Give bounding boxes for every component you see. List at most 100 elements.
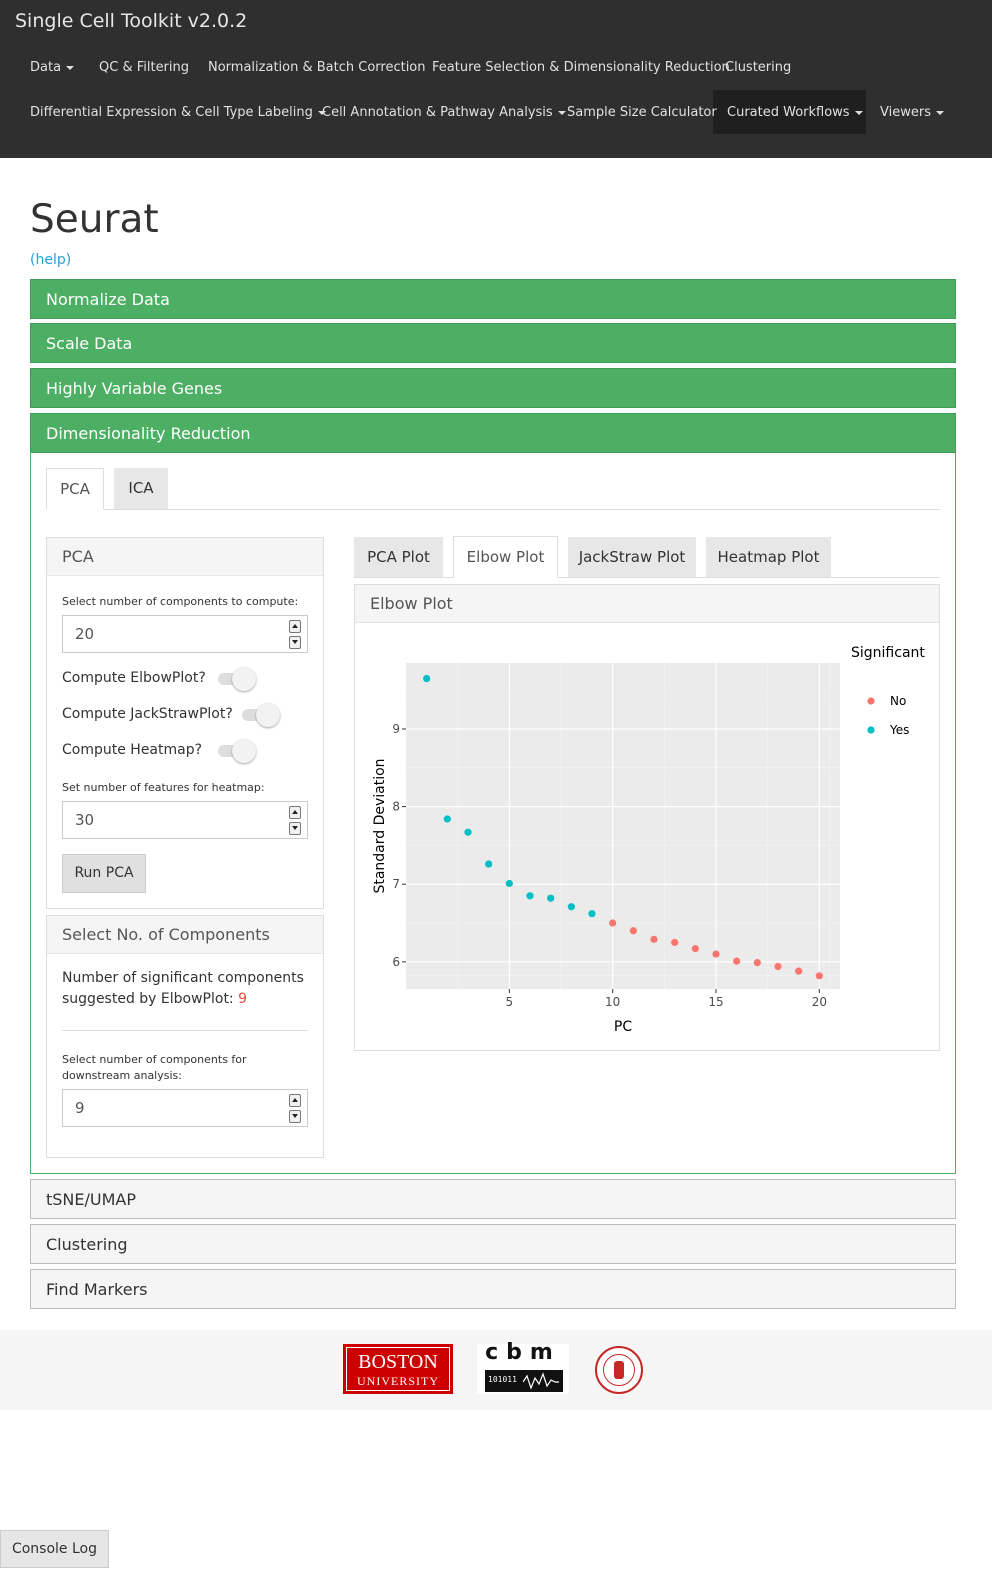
- bu-logo-line2: UNIVERSITY: [357, 1374, 439, 1388]
- accordion-tsne-umap[interactable]: tSNE/UMAP: [30, 1179, 956, 1219]
- spinner[interactable]: [289, 620, 301, 649]
- nav-feature-selection[interactable]: Feature Selection & Dimensionality Reduc…: [432, 60, 730, 75]
- spin-down-icon[interactable]: [289, 1110, 301, 1123]
- y-tick-label: 6: [392, 955, 400, 969]
- university-seal-logo: [595, 1346, 643, 1394]
- nav-cell-annotation-menu[interactable]: Cell Annotation & Pathway Analysis: [322, 105, 566, 120]
- elbow-toggle-label: Compute ElbowPlot?: [62, 670, 206, 686]
- accordion-dimensionality-reduction[interactable]: Dimensionality Reduction: [30, 413, 956, 453]
- heatmap-toggle-switch[interactable]: [218, 739, 258, 763]
- legend: Significant No Yes: [851, 645, 925, 737]
- nav-differential-expression-menu[interactable]: Differential Expression & Cell Type Labe…: [30, 105, 326, 120]
- tab-pca[interactable]: PCA: [46, 468, 104, 510]
- elbow-toggle-switch[interactable]: [218, 667, 258, 691]
- y-axis-label: Standard Deviation: [372, 758, 388, 893]
- data-point-yes: [547, 894, 555, 902]
- accordion-clustering[interactable]: Clustering: [30, 1224, 956, 1264]
- legend-key-yes: [867, 726, 875, 734]
- downstream-components-input[interactable]: 9: [62, 1089, 308, 1127]
- spin-down-icon[interactable]: [289, 822, 301, 835]
- nav-sample-size-calculator[interactable]: Sample Size Calculator: [567, 105, 717, 120]
- jackstraw-toggle-label: Compute JackStrawPlot?: [62, 706, 233, 722]
- y-tick-label: 7: [392, 877, 400, 891]
- tab-divider: [46, 509, 940, 510]
- data-point-yes: [423, 674, 431, 683]
- legend-label-yes: Yes: [889, 723, 909, 737]
- spin-up-icon[interactable]: [289, 1094, 301, 1107]
- spin-down-icon[interactable]: [289, 636, 301, 649]
- console-log-button[interactable]: Console Log: [0, 1530, 109, 1568]
- accordion-scale-data[interactable]: Scale Data: [30, 323, 956, 363]
- data-point-yes: [485, 860, 493, 868]
- nav-curated-workflows-menu[interactable]: Curated Workflows: [727, 105, 863, 120]
- data-point-no: [733, 957, 741, 965]
- heatmap-toggle-label: Compute Heatmap?: [62, 742, 203, 758]
- accordion-label: Scale Data: [46, 334, 133, 353]
- footer: BOSTON UNIVERSITY cbm 101011: [0, 1330, 992, 1410]
- spinner[interactable]: [289, 806, 301, 835]
- panel-title: Select No. of Components: [62, 925, 270, 944]
- data-point-no: [712, 950, 720, 958]
- plot-tab-divider: [354, 577, 940, 578]
- caret-down-icon: [935, 110, 944, 115]
- x-tick-label: 5: [506, 995, 514, 1009]
- caret-down-icon: [557, 110, 566, 115]
- legend-title: Significant: [851, 645, 925, 661]
- data-point-yes: [464, 828, 472, 836]
- tab-elbow-plot[interactable]: Elbow Plot: [453, 536, 558, 578]
- waveform-icon: [523, 1372, 559, 1390]
- significant-components-text: Number of significant components suggest…: [62, 968, 312, 1010]
- spin-up-icon[interactable]: [289, 806, 301, 819]
- accordion-highly-variable-genes[interactable]: Highly Variable Genes: [30, 368, 956, 408]
- panel-heading: PCA: [47, 538, 323, 576]
- significant-components-label: Number of significant components suggest…: [62, 970, 304, 1007]
- run-pca-button[interactable]: Run PCA: [62, 854, 146, 893]
- data-point-no: [629, 927, 637, 935]
- x-tick-label: 20: [812, 995, 827, 1009]
- accordion-label: Clustering: [46, 1235, 128, 1254]
- help-link[interactable]: (help): [30, 252, 71, 268]
- x-tick-label: 15: [708, 995, 723, 1009]
- app-brand[interactable]: Single Cell Toolkit v2.0.2: [15, 10, 247, 32]
- ncomp-label: Select number of components to compute:: [62, 595, 299, 608]
- tab-heatmap-plot[interactable]: Heatmap Plot: [706, 537, 831, 577]
- nav-data-menu[interactable]: Data: [30, 60, 75, 75]
- nav-clustering[interactable]: Clustering: [725, 60, 791, 75]
- spin-up-icon[interactable]: [289, 620, 301, 633]
- elbow-plot-chart: 5 10 15 20 6 7 8 9 PC Standard Deviation Signif…: [372, 645, 925, 1035]
- data-point-yes: [505, 879, 513, 888]
- input-value: 9: [75, 1099, 85, 1117]
- navbar: Single Cell Toolkit v2.0.2 Data QC & Fil…: [0, 0, 992, 158]
- cbm-logo-bits: 101011: [488, 1375, 517, 1384]
- tab-jackstraw-plot[interactable]: JackStraw Plot: [568, 537, 696, 577]
- accordion-label: Normalize Data: [46, 290, 170, 309]
- accordion-normalize-data[interactable]: Normalize Data: [30, 279, 956, 319]
- nfeat-numeric-input[interactable]: 30: [62, 801, 308, 839]
- panel-heading: Select No. of Components: [47, 916, 323, 954]
- accordion-label: Dimensionality Reduction: [46, 424, 251, 443]
- data-point-no: [609, 919, 617, 927]
- data-point-no: [753, 959, 761, 967]
- y-tick-label: 9: [392, 722, 400, 736]
- data-point-no: [795, 967, 803, 975]
- jackstraw-toggle-switch[interactable]: [242, 703, 282, 727]
- significant-components-value: 9: [238, 991, 248, 1007]
- accordion-label: Find Markers: [46, 1280, 148, 1299]
- divider: [62, 1030, 308, 1031]
- tab-pca-plot[interactable]: PCA Plot: [354, 537, 443, 577]
- nav-qc-filtering[interactable]: QC & Filtering: [99, 60, 189, 75]
- data-point-yes: [588, 910, 596, 918]
- legend-label-no: No: [890, 694, 906, 708]
- plot-background: [406, 663, 840, 989]
- tab-ica[interactable]: ICA: [114, 468, 168, 509]
- downstream-label-line2: downstream analysis:: [62, 1069, 182, 1082]
- accordion-label: Highly Variable Genes: [46, 379, 223, 398]
- accordion-find-markers[interactable]: Find Markers: [30, 1269, 956, 1309]
- nav-normalization[interactable]: Normalization & Batch Correction: [208, 60, 426, 75]
- accordion-label: tSNE/UMAP: [46, 1190, 137, 1209]
- ncomp-numeric-input[interactable]: 20: [62, 615, 308, 653]
- data-point-no: [774, 962, 782, 971]
- legend-key-no: [867, 697, 875, 705]
- spinner[interactable]: [289, 1094, 301, 1123]
- nav-viewers-menu[interactable]: Viewers: [880, 105, 944, 120]
